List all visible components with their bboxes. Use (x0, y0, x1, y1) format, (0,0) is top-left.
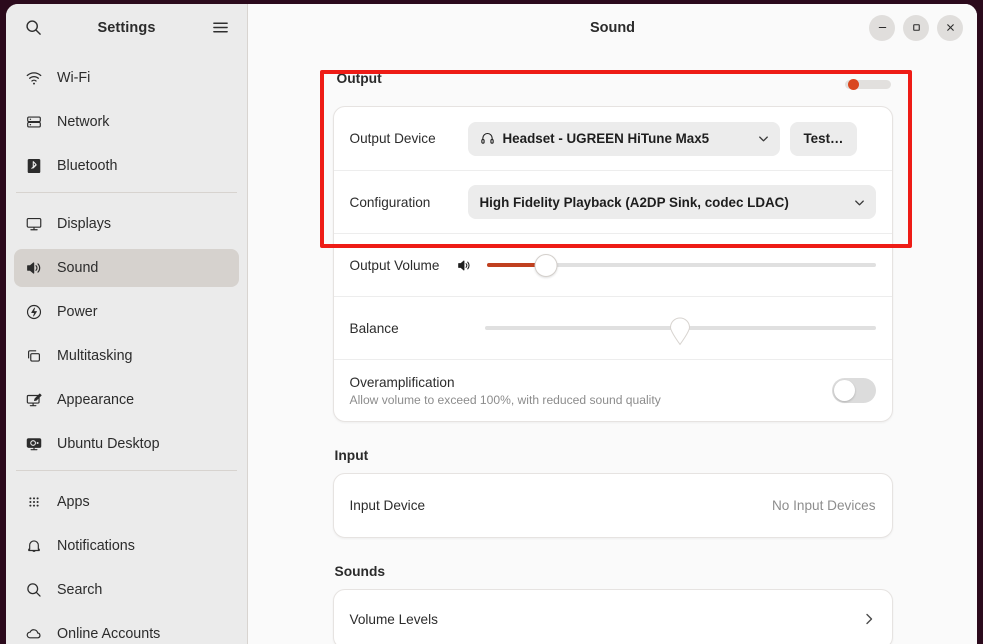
sidebar: Settings Wi-Fi Network Bluetooth Display… (6, 4, 248, 644)
sidebar-item-multitasking[interactable]: Multitasking (14, 337, 239, 375)
sidebar-item-label: Multitasking (57, 348, 133, 364)
output-configuration-value: High Fidelity Playback (A2DP Sink, codec… (479, 194, 789, 210)
input-section-title: Input (334, 448, 369, 463)
speaker-icon (24, 258, 44, 278)
volume-levels-row[interactable]: Volume Levels (334, 590, 892, 644)
ubuntu-desktop-icon (24, 434, 44, 454)
search-icon[interactable] (20, 15, 46, 41)
output-section-title: Output (336, 71, 382, 86)
sidebar-item-label: Search (57, 582, 103, 598)
output-device-dropdown[interactable]: Headset - UGREEN HiTune Max5 (467, 121, 780, 156)
sidebar-item-power[interactable]: Power (14, 293, 239, 331)
output-device-value: Headset - UGREEN HiTune Max5 (502, 131, 710, 146)
windows-icon (24, 346, 44, 366)
network-icon (24, 112, 44, 132)
input-device-label: Input Device (349, 498, 426, 513)
display-icon (24, 214, 44, 234)
main-panel: Sound Output Output Device Headset - UGR… (248, 4, 977, 644)
appearance-icon (24, 390, 44, 410)
volume-icon (453, 257, 475, 274)
output-volume-row: Output Volume (333, 233, 892, 296)
settings-content: Output Output Device Headset - UGREEN Hi… (248, 51, 977, 644)
minimize-button[interactable] (869, 14, 895, 41)
sidebar-item-label: Network (57, 114, 110, 130)
sidebar-item-label: Displays (57, 216, 112, 232)
toggle-knob (833, 380, 855, 401)
sidebar-item-label: Wi-Fi (57, 70, 91, 86)
sidebar-item-label: Appearance (57, 392, 135, 408)
output-level-knob[interactable] (848, 78, 860, 90)
sidebar-item-label: Ubuntu Desktop (57, 436, 160, 452)
sidebar-nav-list: Wi-Fi Network Bluetooth Displays Sound P… (6, 51, 247, 644)
overamplification-description: Allow volume to exceed 100%, with reduce… (349, 392, 661, 407)
sidebar-divider (16, 192, 237, 193)
search-icon (24, 580, 44, 600)
input-device-row[interactable]: Input Device No Input Devices (334, 474, 892, 537)
volume-levels-label: Volume Levels (349, 611, 438, 627)
window-controls (869, 4, 963, 51)
sidebar-item-label: Power (57, 304, 98, 320)
bluetooth-icon (24, 156, 44, 176)
sidebar-item-displays[interactable]: Displays (14, 205, 239, 243)
sidebar-item-search[interactable]: Search (14, 571, 239, 609)
close-button[interactable] (937, 14, 963, 41)
sidebar-item-label: Apps (57, 494, 90, 510)
output-configuration-row: Configuration High Fidelity Playback (A2… (333, 170, 892, 233)
bell-icon (24, 536, 44, 556)
output-configuration-dropdown[interactable]: High Fidelity Playback (A2DP Sink, codec… (467, 185, 876, 219)
sidebar-divider (16, 470, 237, 471)
sidebar-item-label: Online Accounts (57, 626, 161, 642)
chevron-down-icon (853, 196, 866, 209)
output-section-header: Output (335, 71, 893, 96)
sidebar-item-wifi[interactable]: Wi-Fi (14, 59, 239, 97)
output-volume-knob[interactable] (534, 253, 558, 277)
page-title: Sound (589, 19, 636, 36)
output-device-label: Output Device (349, 131, 436, 146)
output-volume-slider[interactable] (487, 248, 876, 282)
output-level-slider[interactable] (844, 78, 891, 90)
sidebar-item-apps[interactable]: Apps (14, 483, 239, 521)
overamplification-label: Overamplification (349, 374, 455, 390)
balance-knob[interactable] (670, 317, 691, 346)
chevron-down-icon (757, 132, 770, 145)
sidebar-item-bluetooth[interactable]: Bluetooth (14, 147, 239, 185)
hamburger-menu-icon[interactable] (207, 15, 233, 41)
sidebar-item-notifications[interactable]: Notifications (14, 527, 239, 565)
sidebar-item-sound[interactable]: Sound (14, 249, 239, 287)
test-button[interactable]: Test… (789, 121, 858, 156)
apps-grid-icon (24, 492, 44, 512)
overamplification-text: Overamplification Allow volume to exceed… (350, 375, 661, 407)
balance-row: Balance (333, 296, 892, 359)
cloud-icon (24, 624, 44, 644)
sidebar-item-ubuntu-desktop[interactable]: Ubuntu Desktop (14, 425, 239, 463)
power-icon (24, 302, 44, 322)
chevron-right-icon (862, 612, 876, 626)
wifi-icon (24, 68, 44, 88)
output-volume-label: Output Volume (349, 257, 440, 273)
sidebar-item-label: Sound (57, 260, 99, 276)
input-device-value: No Input Devices (771, 498, 876, 513)
settings-window: Settings Wi-Fi Network Bluetooth Display… (6, 4, 977, 644)
maximize-button[interactable] (903, 14, 929, 41)
titlebar: Sound (248, 4, 977, 51)
output-card: Output Device Headset - UGREEN HiTune Ma… (332, 106, 893, 422)
sidebar-item-online-accounts[interactable]: Online Accounts (14, 615, 239, 644)
balance-label: Balance (349, 320, 399, 336)
sidebar-header: Settings (6, 4, 247, 51)
headset-icon (480, 131, 495, 146)
sidebar-item-label: Bluetooth (57, 158, 118, 174)
sidebar-item-appearance[interactable]: Appearance (14, 381, 239, 419)
balance-slider[interactable] (484, 311, 876, 346)
output-configuration-label: Configuration (349, 194, 431, 210)
overamplification-row: Overamplification Allow volume to exceed… (333, 359, 892, 421)
sounds-card: Volume Levels (332, 589, 893, 644)
overamplification-toggle[interactable] (831, 378, 876, 403)
sidebar-item-label: Notifications (57, 538, 135, 554)
sidebar-item-network[interactable]: Network (14, 103, 239, 141)
sounds-section-title: Sounds (334, 564, 386, 579)
input-card: Input Device No Input Devices (332, 473, 893, 538)
output-device-row: Output Device Headset - UGREEN HiTune Ma… (334, 107, 892, 170)
